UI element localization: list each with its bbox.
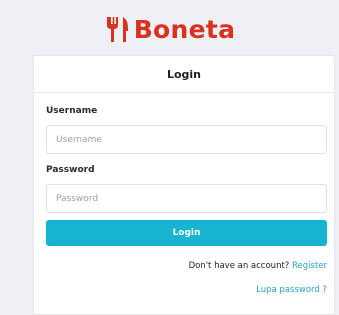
username-input[interactable] <box>46 125 327 154</box>
forgot-password-line: Lupa password ? <box>46 285 327 295</box>
login-button[interactable]: Login <box>46 220 327 246</box>
brand-name: Boneta <box>133 14 236 44</box>
password-label: Password <box>46 165 95 175</box>
register-prompt-line: Don't have an account? Register <box>46 261 327 271</box>
login-title: Login <box>166 67 202 81</box>
register-prompt-text: Don't have an account? <box>188 261 292 271</box>
password-input[interactable] <box>46 184 327 213</box>
login-form: Username Password Login Don't have an ac… <box>34 93 334 295</box>
login-card-header: Login <box>34 56 334 93</box>
login-card: Login Username Password Login Don't have… <box>33 55 335 315</box>
username-label: Username <box>46 106 98 116</box>
register-link[interactable]: Register <box>292 261 327 271</box>
forgot-password-link[interactable]: Lupa password ? <box>256 285 327 295</box>
brand-header: Boneta <box>0 12 339 46</box>
fork-knife-icon <box>106 17 128 42</box>
